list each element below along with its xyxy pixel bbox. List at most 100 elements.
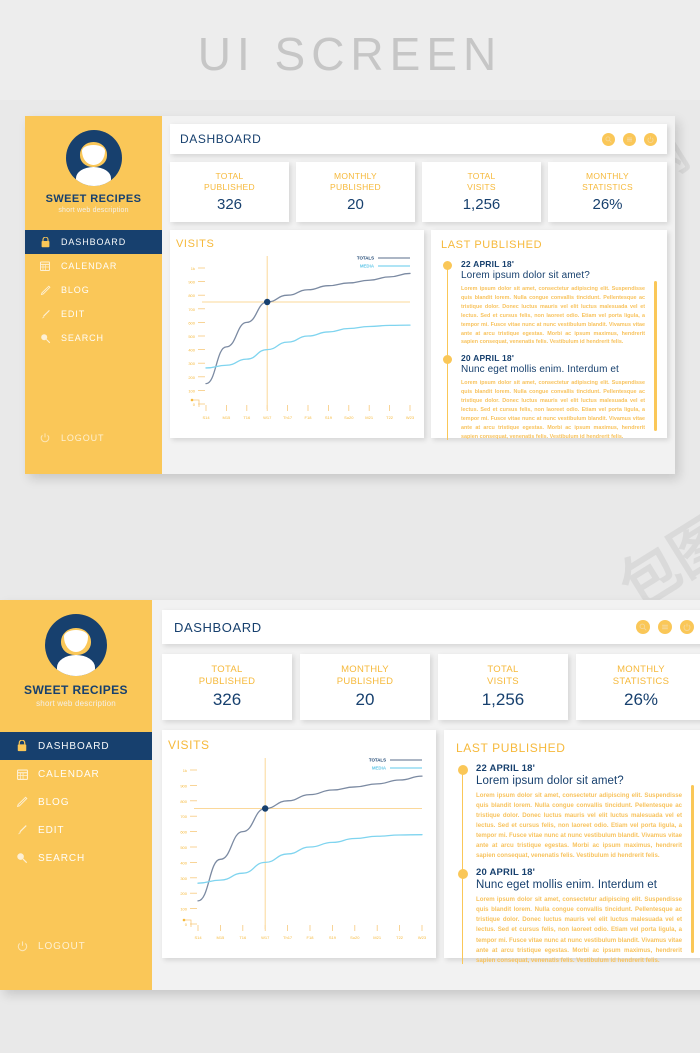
svg-text:500: 500: [180, 845, 187, 850]
sidebar-item-calendar[interactable]: CALENDAR: [25, 254, 162, 278]
power-icon: [14, 940, 30, 952]
stat-card-monthly-published[interactable]: MONTHLY PUBLISHED 20: [300, 654, 430, 720]
svg-text:0: 0: [185, 922, 188, 927]
stat-value: 26%: [623, 690, 659, 710]
svg-text:900: 900: [188, 280, 195, 285]
svg-text:Th17: Th17: [283, 415, 293, 420]
published-list: 22 APRIL 18' Lorem ipsum dolor sit amet?…: [456, 763, 694, 966]
published-body: Lorem ipsum dolor sit amet, consectetur …: [476, 896, 682, 964]
topbar: DASHBOARD: [162, 610, 700, 644]
stat-label-line2: STATISTICS: [612, 675, 670, 687]
svg-text:700: 700: [188, 307, 195, 312]
search-button[interactable]: [602, 132, 615, 146]
user-avatar-icon: [65, 130, 122, 186]
sidebar-item-edit[interactable]: EDIT: [0, 816, 152, 844]
svg-text:W23: W23: [406, 415, 415, 420]
power-button[interactable]: [680, 620, 694, 634]
sidebar-item-label: CALENDAR: [38, 768, 100, 780]
svg-text:T16: T16: [243, 415, 251, 420]
published-body: Lorem ipsum dolor sit amet, consectetur …: [461, 380, 645, 440]
published-title: LAST PUBLISHED: [456, 741, 566, 755]
visits-chart-card: VISITS 0 100 200 300 400 500 600 700 800 900 1k S14…: [162, 730, 436, 958]
stat-value: 20: [355, 690, 375, 710]
stat-label-line2: STATISTICS: [582, 182, 633, 192]
sidebar-item-label: DASHBOARD: [38, 740, 110, 752]
topbar-actions: [636, 620, 694, 634]
chart-title: VISITS: [168, 738, 210, 752]
menu-button[interactable]: [623, 132, 636, 146]
visits-line-chart[interactable]: 0 100 200 300 400 500 600 700 800 900 1k S14 M15 T16 W…: [168, 754, 430, 950]
stat-card-total-published[interactable]: TOTAL PUBLISHED 326: [170, 162, 289, 222]
calendar-icon: [14, 769, 30, 780]
svg-text:100: 100: [188, 388, 195, 393]
svg-text:Su20: Su20: [344, 415, 354, 420]
menu-button[interactable]: [658, 620, 672, 634]
sidebar-item-blog[interactable]: BLOG: [0, 788, 152, 816]
sidebar-item-label: SEARCH: [61, 333, 104, 343]
stat-card-monthly-statistics[interactable]: MONTHLY STATISTICS 26%: [548, 162, 667, 222]
svg-text:800: 800: [188, 293, 195, 298]
power-button[interactable]: [644, 132, 657, 146]
svg-text:300: 300: [180, 876, 187, 881]
sidebar-item-calendar[interactable]: CALENDAR: [0, 760, 152, 788]
list-item[interactable]: 22 APRIL 18' Lorem ipsum dolor sit amet?…: [441, 259, 657, 347]
stat-card-total-visits[interactable]: TOTAL VISITS 1,256: [422, 162, 541, 222]
brand-name: SWEET RECIPES: [45, 193, 142, 205]
stat-label-line1: TOTAL: [215, 171, 244, 182]
brush-icon: [14, 824, 30, 836]
sidebar-item-edit[interactable]: EDIT: [25, 302, 162, 326]
sidebar-item-search[interactable]: SEARCH: [25, 326, 162, 350]
svg-text:400: 400: [180, 860, 187, 865]
svg-text:0: 0: [193, 402, 196, 407]
sidebar-item-logout[interactable]: LOGOUT: [0, 932, 152, 960]
sidebar-item-label: BLOG: [61, 285, 90, 295]
visits-line-chart[interactable]: 0 100 200 300 400 500 600 700 800 900 1k S14 M15 T16 W…: [176, 252, 418, 430]
sidebar-item-blog[interactable]: BLOG: [25, 278, 162, 302]
sidebar: SWEET RECIPES short web description DASH…: [0, 600, 152, 990]
stat-label-line2: VISITS: [467, 182, 496, 192]
list-item[interactable]: 22 APRIL 18' Lorem ipsum dolor sit amet?…: [456, 763, 694, 861]
list-item[interactable]: 20 APRIL 18' Nunc eget mollis enim. Inte…: [441, 353, 657, 441]
magnifier-icon: [14, 852, 30, 864]
stat-value: 326: [216, 195, 243, 213]
stat-label-line2: PUBLISHED: [198, 675, 256, 687]
stat-card-monthly-published[interactable]: MONTHLY PUBLISHED 20: [296, 162, 415, 222]
published-title: LAST PUBLISHED: [441, 239, 543, 251]
stat-value: 1,256: [481, 690, 525, 710]
sidebar-logout-area: LOGOUT: [25, 426, 162, 450]
list-item[interactable]: 20 APRIL 18' Nunc eget mollis enim. Inte…: [456, 867, 694, 965]
stat-label: MONTHLY PUBLISHED: [330, 171, 381, 192]
lower-row: VISITS 0 100 200 300 400 500 600 700 800 900 1k S14…: [162, 730, 700, 964]
sidebar-item-label: CALENDAR: [61, 261, 118, 271]
stat-value: 1,256: [462, 195, 501, 213]
sidebar-item-label: BLOG: [38, 796, 70, 808]
stat-card-monthly-statistics[interactable]: MONTHLY STATISTICS 26%: [576, 654, 700, 720]
published-headline: Lorem ipsum dolor sit amet?: [476, 775, 624, 787]
sidebar-item-dashboard[interactable]: DASHBOARD: [0, 732, 152, 760]
visits-chart-card: VISITS 0 100 200 300 400 500 600 700 800 900 1k S14…: [170, 230, 424, 438]
svg-text:800: 800: [180, 799, 187, 804]
svg-text:M15: M15: [217, 935, 226, 940]
topbar-title: DASHBOARD: [174, 619, 262, 635]
published-date: 22 APRIL 18': [476, 763, 536, 774]
svg-text:1k: 1k: [183, 768, 187, 773]
topbar-actions: [602, 132, 657, 146]
stat-label: TOTAL PUBLISHED: [199, 664, 256, 688]
search-button[interactable]: [636, 620, 650, 634]
user-avatar-icon: [45, 614, 107, 676]
published-list: 22 APRIL 18' Lorem ipsum dolor sit amet?…: [441, 259, 657, 442]
brand-description: short web description: [36, 699, 116, 708]
bullet-icon: [443, 261, 452, 270]
published-date: 22 APRIL 18': [461, 259, 515, 269]
svg-text:700: 700: [180, 814, 187, 819]
sidebar-item-dashboard[interactable]: DASHBOARD: [25, 230, 162, 254]
stat-label-line1: TOTAL: [467, 171, 496, 182]
sidebar-item-search[interactable]: SEARCH: [0, 844, 152, 872]
stat-label: TOTAL PUBLISHED: [204, 171, 255, 192]
lock-icon: [37, 236, 53, 248]
svg-text:400: 400: [188, 348, 195, 353]
stat-card-total-visits[interactable]: TOTAL VISITS 1,256: [438, 654, 568, 720]
stat-card-total-published[interactable]: TOTAL PUBLISHED 326: [162, 654, 292, 720]
sidebar-item-logout[interactable]: LOGOUT: [25, 426, 162, 450]
svg-text:300: 300: [188, 361, 195, 366]
